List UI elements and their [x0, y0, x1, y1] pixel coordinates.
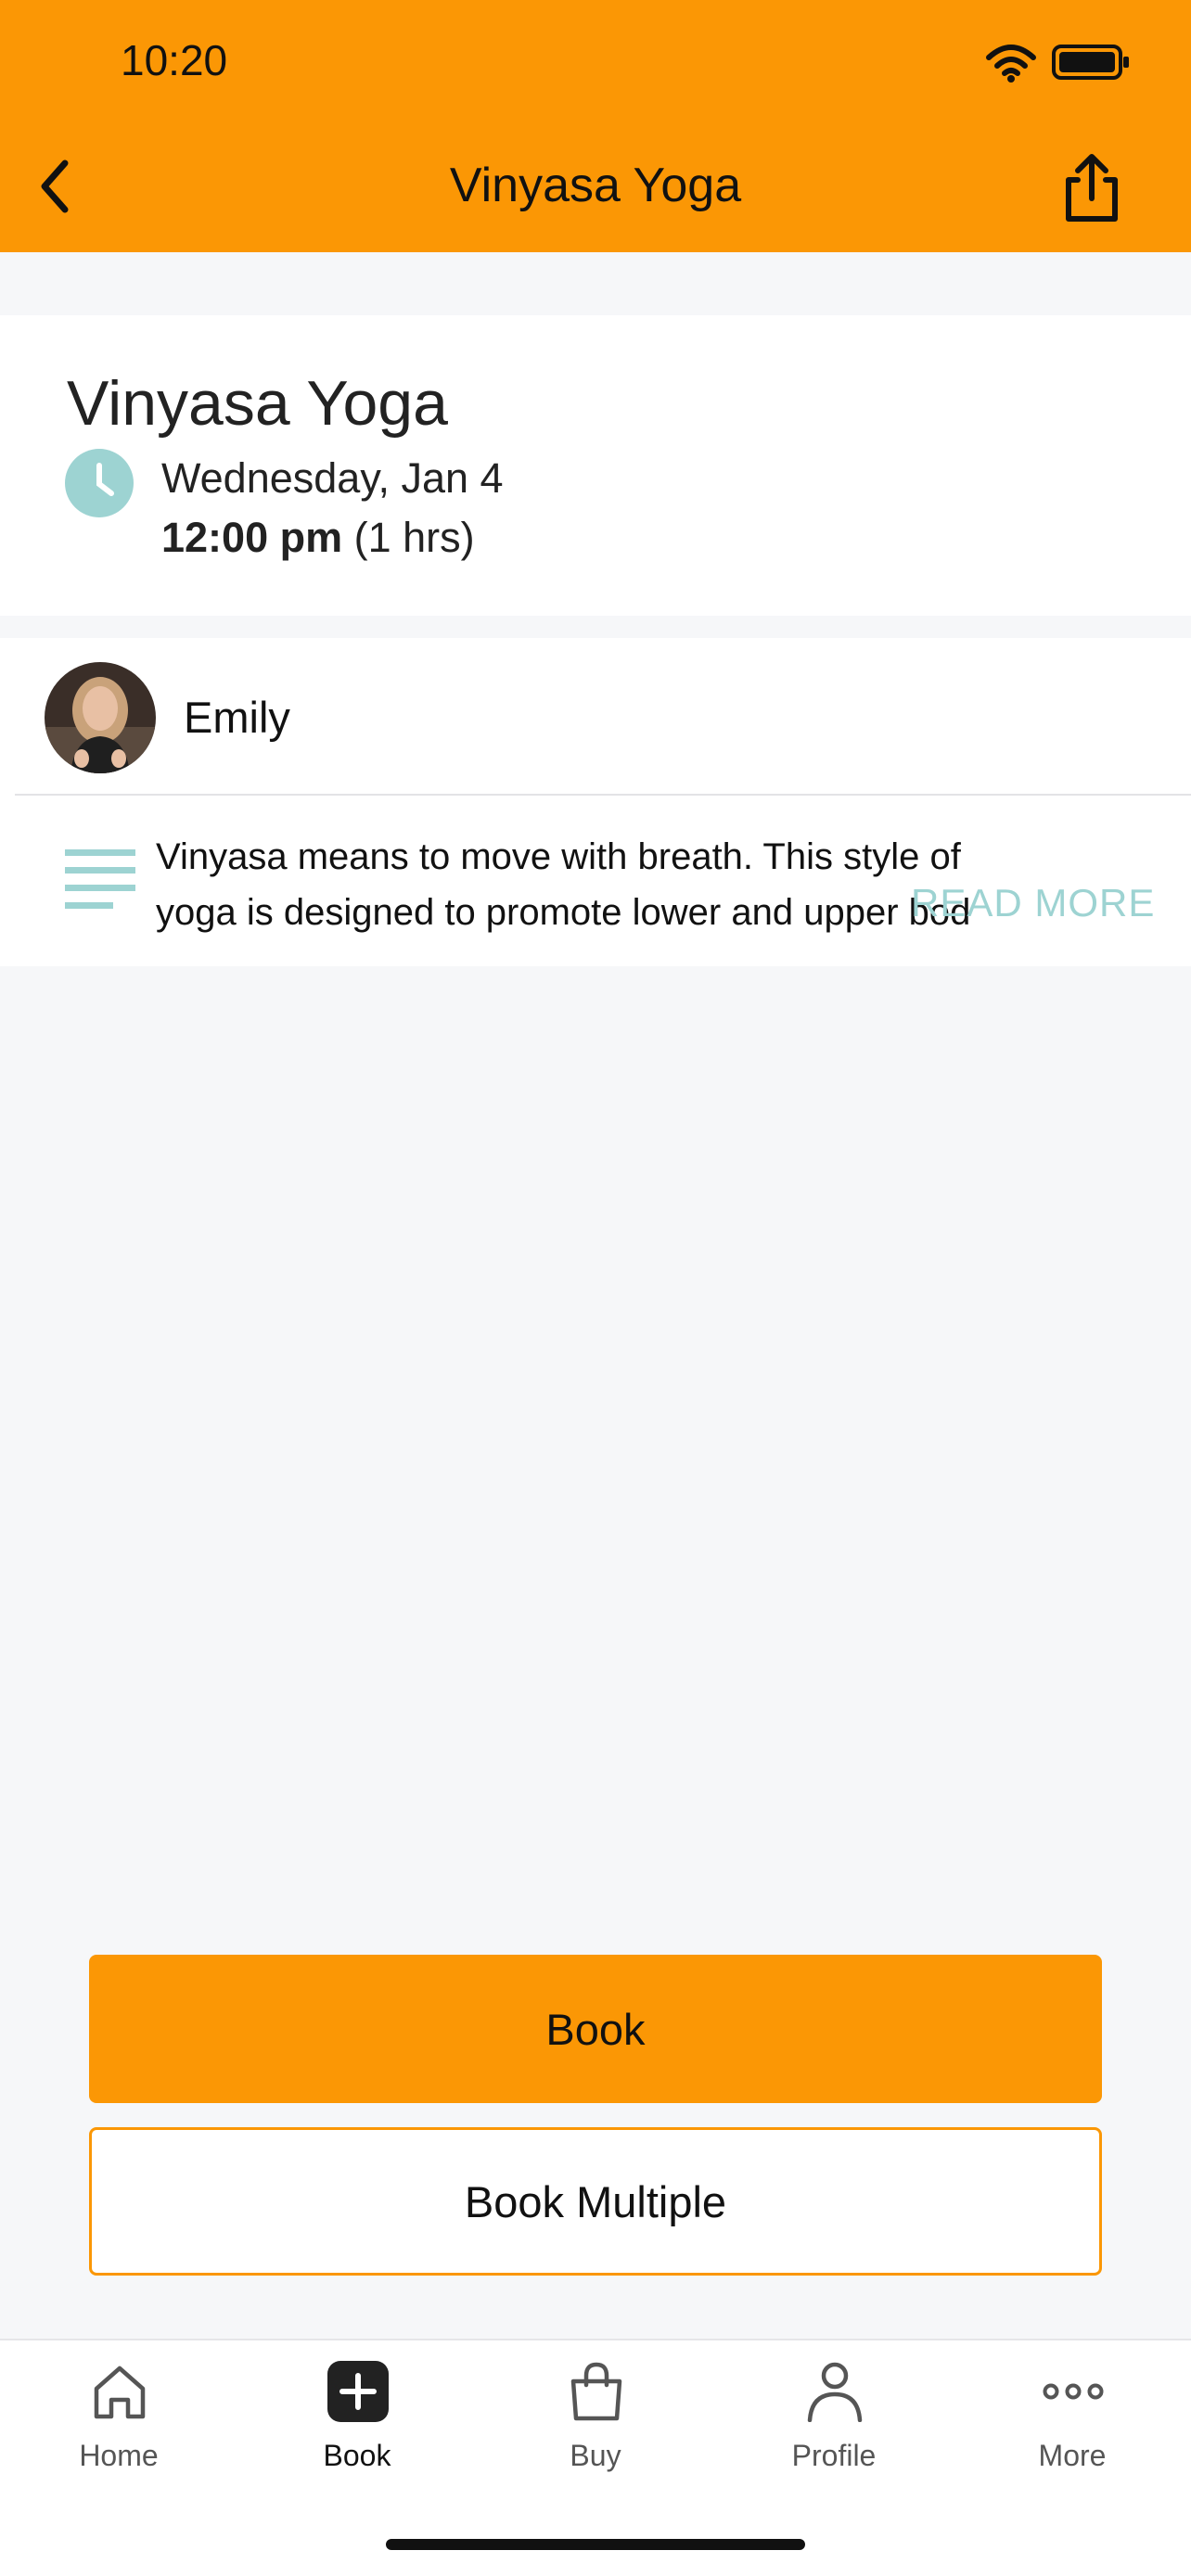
- tab-profile-label: Profile: [791, 2439, 877, 2472]
- class-detail-card: Emily Vinyasa means to move with breath.…: [0, 638, 1191, 966]
- class-title: Vinyasa Yoga: [67, 368, 448, 439]
- tab-buy-label: Buy: [570, 2439, 621, 2472]
- description-lines-icon: [65, 849, 135, 909]
- app-header: 10:20 Vinyasa Yoga: [0, 0, 1191, 252]
- tab-home-label: Home: [79, 2439, 159, 2472]
- class-time-line: 12:00 pm (1 hrs): [161, 514, 475, 562]
- description-line-1: Vinyasa means to move with breath. This …: [156, 836, 961, 877]
- class-time: 12:00 pm: [161, 514, 343, 561]
- book-multiple-button[interactable]: Book Multiple: [89, 2127, 1102, 2276]
- shopping-bag-icon: [570, 2362, 622, 2421]
- read-more-link[interactable]: READ MORE: [911, 881, 1155, 925]
- class-date: Wednesday, Jan 4: [161, 454, 504, 502]
- wifi-icon: [986, 45, 1036, 83]
- class-info-card: Vinyasa Yoga Wednesday, Jan 4 12:00 pm (…: [0, 315, 1191, 616]
- tab-more-label: More: [1038, 2439, 1107, 2472]
- instructor-name[interactable]: Emily: [184, 692, 290, 743]
- tab-home[interactable]: Home: [0, 2340, 237, 2517]
- book-button[interactable]: Book: [89, 1955, 1102, 2103]
- home-icon: [94, 2366, 146, 2419]
- battery-icon: [1052, 45, 1129, 80]
- more-dots-icon: [1043, 2383, 1104, 2400]
- tab-book[interactable]: Book: [238, 2340, 476, 2517]
- class-duration: (1 hrs): [353, 514, 475, 561]
- plus-square-icon: [327, 2361, 389, 2422]
- home-indicator: [386, 2539, 805, 2550]
- tab-profile[interactable]: Profile: [715, 2340, 953, 2517]
- avatar-photo: [45, 662, 156, 773]
- share-icon[interactable]: [1057, 152, 1126, 224]
- clock-icon: [65, 449, 134, 517]
- tab-buy[interactable]: Buy: [477, 2340, 714, 2517]
- person-icon: [807, 2362, 863, 2422]
- tab-book-label: Book: [323, 2439, 391, 2472]
- divider: [15, 794, 1191, 796]
- nav-title: Vinyasa Yoga: [449, 159, 742, 212]
- instructor-avatar[interactable]: [45, 662, 156, 773]
- status-time: 10:20: [121, 36, 228, 84]
- tab-more[interactable]: More: [954, 2340, 1191, 2517]
